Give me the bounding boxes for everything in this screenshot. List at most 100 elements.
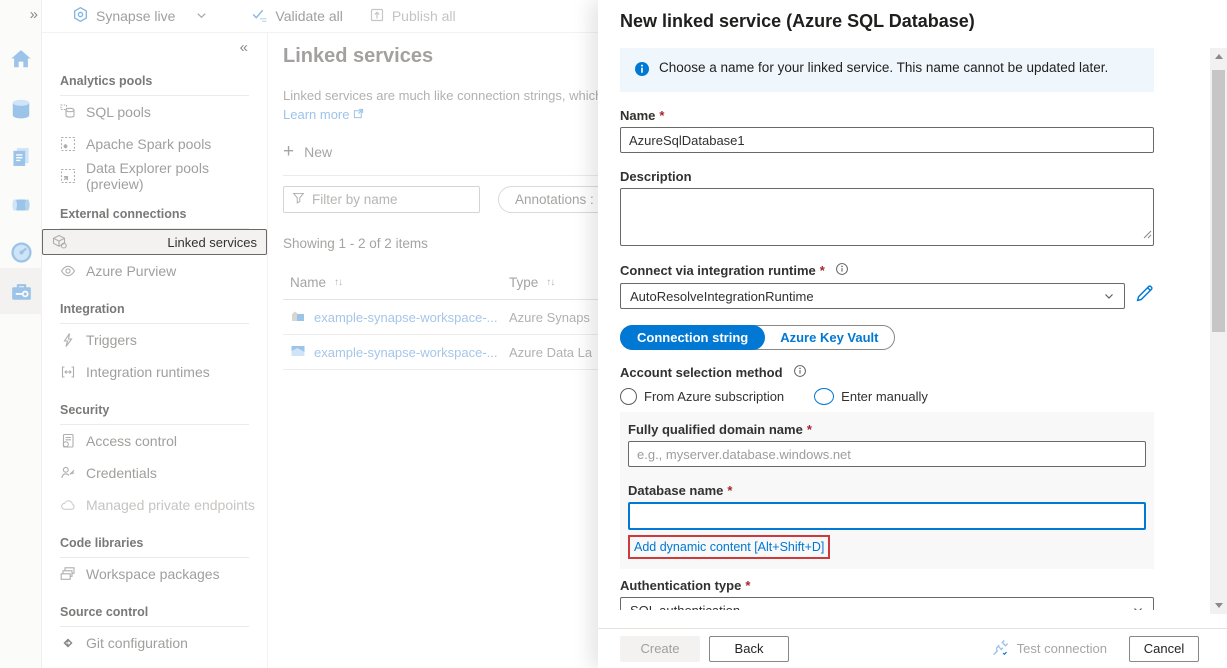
required-marker: * — [806, 422, 812, 437]
tab-azure-key-vault[interactable]: Azure Key Vault — [763, 325, 895, 350]
sidebar-item-data-explorer-pools[interactable]: Data Explorer pools (preview) — [42, 160, 267, 192]
required-marker: * — [727, 483, 733, 498]
fqdn-input[interactable] — [628, 441, 1146, 467]
nav-section-header: Security — [60, 403, 110, 417]
integration-runtime-select[interactable]: AutoResolveIntegrationRuntime — [620, 283, 1125, 309]
sidebar-item-label: Managed private endpoints — [86, 497, 255, 513]
sidebar-item-sql-pools[interactable]: SQL pools — [42, 96, 267, 128]
name-input[interactable] — [620, 127, 1154, 153]
sidebar-item-triggers[interactable]: Triggers — [42, 324, 267, 356]
sidebar-item-azure-purview[interactable]: Azure Purview — [42, 255, 267, 287]
chevron-down-icon — [1105, 294, 1113, 299]
linked-services-page: Linked services Linked services are much… — [268, 33, 598, 668]
test-connection-button[interactable]: Test connection — [992, 639, 1107, 659]
synapse-workspace-icon — [290, 308, 306, 327]
sidebar-item-managed-private-endpoints[interactable]: Managed private endpoints — [42, 489, 267, 521]
account-selection-radios: From Azure subscription Enter manually — [620, 388, 1154, 405]
integration-runtimes-icon — [60, 364, 76, 380]
description-label: Description — [620, 169, 692, 184]
sort-icon: ↑↓ — [334, 276, 343, 288]
validate-all-button[interactable]: Validate all — [251, 6, 343, 26]
filter-by-name-box — [283, 186, 489, 213]
learn-more-link[interactable]: Learn more — [283, 107, 598, 122]
authentication-type-select[interactable]: SQL authentication — [620, 597, 1154, 610]
test-connection-plug-icon — [992, 639, 1009, 659]
required-marker: * — [659, 108, 665, 123]
learn-more-label: Learn more — [283, 107, 350, 122]
column-header-type[interactable]: Type ↑↓ — [509, 275, 555, 290]
resize-grip-icon[interactable] — [1143, 226, 1152, 244]
sidebar-item-integration-runtimes[interactable]: Integration runtimes — [42, 356, 267, 388]
radio-selected-icon — [814, 388, 835, 405]
dialog-content: Choose a name for your linked service. T… — [598, 40, 1210, 610]
sidebar-item-label: Access control — [86, 433, 178, 449]
sidebar-item-linked-services[interactable]: Linked services — [42, 229, 267, 255]
scrollbar-up-arrow[interactable] — [1210, 48, 1227, 65]
integrate-icon[interactable] — [0, 188, 42, 222]
home-icon[interactable] — [0, 42, 42, 76]
nav-section-header: Integration — [60, 302, 125, 316]
fqdn-label: Fully qualified domain name * — [628, 422, 812, 437]
dialog-footer: Create Back Test connection Cancel — [598, 628, 1227, 668]
sidebar-item-credentials[interactable]: Credentials — [42, 457, 267, 489]
integration-runtime-label: Connect via integration runtime * — [620, 262, 1154, 279]
name-column-label: Name — [290, 274, 327, 290]
left-icon-rail: » — [0, 0, 42, 668]
cancel-button[interactable]: Cancel — [1129, 635, 1199, 662]
new-linked-service-button[interactable]: + New — [283, 142, 598, 161]
page-title: Linked services — [283, 45, 434, 67]
radio-from-azure-subscription[interactable]: From Azure subscription — [620, 388, 784, 405]
credential-source-tabs: Connection string Azure Key Vault — [620, 325, 896, 350]
annotations-filter-pill[interactable]: Annotations : — [498, 186, 598, 213]
linked-services-icon — [52, 234, 68, 250]
linked-service-type: Azure Synaps — [509, 309, 590, 325]
sidebar-item-workspace-packages[interactable]: Workspace packages — [42, 558, 267, 590]
manage-icon[interactable] — [0, 274, 42, 308]
database-name-input[interactable] — [628, 502, 1146, 530]
info-icon[interactable] — [793, 364, 807, 381]
description-textarea[interactable] — [620, 188, 1154, 246]
apache-spark-pools-icon — [60, 136, 76, 152]
validate-icon — [251, 6, 268, 26]
scrollbar-thumb[interactable] — [1212, 70, 1225, 332]
develop-icon[interactable] — [0, 140, 42, 174]
radio-label: Enter manually — [841, 389, 928, 404]
sidebar-item-apache-spark-pools[interactable]: Apache Spark pools — [42, 128, 267, 160]
monitor-icon[interactable] — [0, 235, 42, 269]
info-icon[interactable] — [835, 262, 849, 279]
chevron-down-icon — [1134, 608, 1142, 610]
create-button[interactable]: Create — [620, 635, 700, 662]
sidebar-item-label: Azure Purview — [86, 263, 177, 279]
mode-selector[interactable]: Synapse live — [72, 6, 207, 26]
external-link-icon — [353, 107, 364, 122]
radio-enter-manually[interactable]: Enter manually — [814, 388, 928, 405]
azure-purview-icon — [60, 263, 76, 279]
credentials-icon — [60, 465, 76, 481]
publish-all-button[interactable]: Publish all — [369, 7, 456, 26]
linked-service-link[interactable]: example-synapse-workspace-... — [314, 310, 498, 325]
scrollbar-down-arrow[interactable] — [1210, 597, 1227, 614]
column-header-name[interactable]: Name ↑↓ — [283, 275, 509, 290]
manual-entry-group: Fully qualified domain name* Database na… — [620, 412, 1154, 569]
filter-by-name-input[interactable] — [312, 192, 489, 207]
sidebar-item-label: Triggers — [86, 332, 137, 348]
access-control-icon — [60, 433, 76, 449]
expand-rail-icon[interactable]: » — [30, 6, 38, 23]
linked-service-link[interactable]: example-synapse-workspace-... — [314, 345, 498, 360]
tab-connection-string[interactable]: Connection string — [620, 325, 766, 350]
sidebar-item-git-configuration[interactable]: Git configuration — [42, 627, 267, 659]
edit-runtime-pencil-icon[interactable] — [1135, 284, 1154, 308]
divider — [283, 175, 598, 176]
nav-section-header: External connections — [60, 207, 187, 221]
sidebar-item-label: Data Explorer pools (preview) — [86, 160, 209, 192]
info-banner: Choose a name for your linked service. T… — [620, 48, 1154, 92]
triggers-icon — [60, 332, 76, 348]
chevron-down-icon — [196, 8, 207, 24]
sidebar-item-access-control[interactable]: Access control — [42, 425, 267, 457]
sql-pools-icon — [60, 104, 76, 120]
back-button[interactable]: Back — [709, 635, 789, 662]
nav-section-header: Code libraries — [60, 536, 144, 550]
add-dynamic-content-link[interactable]: Add dynamic content [Alt+Shift+D] — [634, 540, 824, 554]
data-icon[interactable] — [0, 92, 42, 126]
collapse-panel-icon[interactable]: « — [42, 33, 267, 59]
